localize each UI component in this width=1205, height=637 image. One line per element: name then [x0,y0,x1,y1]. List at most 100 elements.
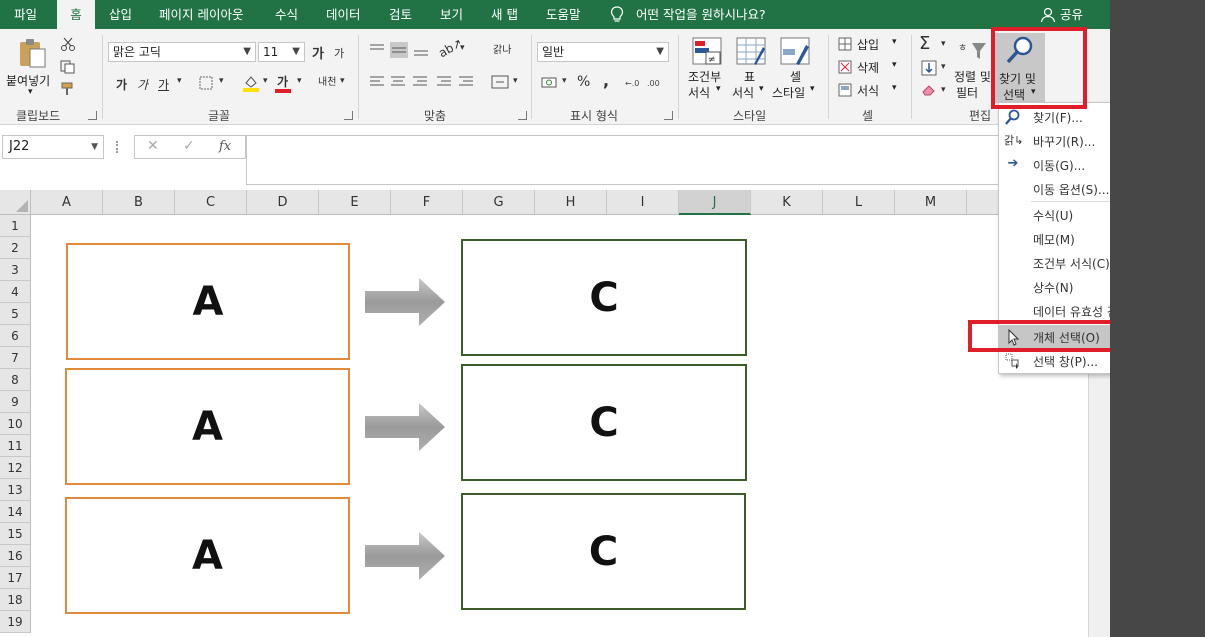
row-header[interactable]: 1 [0,215,31,237]
row-header[interactable]: 13 [0,479,31,501]
row-header[interactable]: 10 [0,413,31,435]
row-header[interactable]: 19 [0,611,31,633]
column-header[interactable]: B [103,190,175,215]
copy-icon[interactable] [60,60,76,74]
tab-new[interactable]: 새 탭 [491,0,518,29]
column-header[interactable]: C [175,190,247,215]
borders-dropdown-icon[interactable]: ▾ [219,76,224,86]
accounting-format-icon[interactable] [541,75,559,89]
row-header[interactable]: 15 [0,523,31,545]
tab-file[interactable]: 파일 [14,0,37,29]
decimal-adjust-icons[interactable]: ←.0 .00 [624,74,668,90]
splitter-handle[interactable] [116,141,119,153]
cells-area[interactable]: A A A C C C [31,215,1088,637]
row-header[interactable]: 18 [0,589,31,611]
shape-box-right-3[interactable]: C [461,493,746,610]
format-painter-icon[interactable] [60,82,76,96]
tab-page-layout[interactable]: 페이지 레이아웃 [159,0,243,29]
comma-button[interactable]: , [603,71,609,90]
column-header[interactable]: D [247,190,319,215]
cell-styles-button[interactable]: 셀 스타일 ▾ [772,35,820,103]
insert-cells-button[interactable]: 삽입 ▾ [838,35,904,55]
tab-help[interactable]: 도움말 [546,0,581,29]
number-launcher-icon[interactable] [664,111,673,120]
merge-center-icon[interactable] [491,75,509,89]
row-header[interactable]: 12 [0,457,31,479]
paste-button[interactable]: 붙여넣기 ▾ [6,35,56,103]
underline-button[interactable]: 가 [158,76,169,93]
vertical-align-icons[interactable] [369,42,431,58]
column-header[interactable]: J [679,190,751,215]
row-header[interactable]: 3 [0,259,31,281]
row-header[interactable]: 5 [0,303,31,325]
grow-font-icon[interactable]: 가 [312,43,324,62]
fill-down-icon[interactable] [921,60,937,76]
find-select-button[interactable]: 찾기 및 선택 ▾ [995,33,1045,103]
autosum-dropdown-icon[interactable]: ▾ [941,39,946,49]
row-header[interactable]: 9 [0,391,31,413]
tab-formulas[interactable]: 수식 [275,0,298,29]
menu-item-selection-pane[interactable]: 선택 창(P)... [999,349,1110,373]
select-all-corner[interactable] [0,190,31,215]
tab-view[interactable]: 보기 [440,0,463,29]
shape-box-right-1[interactable]: C [461,239,747,356]
italic-button[interactable]: 가 [137,76,148,93]
menu-item-comments[interactable]: 메모(M) [999,227,1110,251]
menu-item-goto-special[interactable]: 이동 옵션(S)... [999,177,1110,201]
column-header[interactable]: M [895,190,967,215]
clipboard-launcher-icon[interactable] [88,111,97,120]
menu-item-find[interactable]: 찾기(F)... [999,105,1110,129]
insert-function-icon[interactable]: fx [219,139,231,154]
row-header[interactable]: 16 [0,545,31,567]
share-button[interactable]: 공유 [1060,0,1083,29]
fill-dropdown-icon[interactable]: ▾ [941,62,946,72]
number-format-select[interactable]: 일반 ▼ [537,42,669,62]
shrink-font-icon[interactable]: 가 [334,45,344,61]
row-header[interactable]: 6 [0,325,31,347]
row-header[interactable]: 14 [0,501,31,523]
cut-icon[interactable] [60,37,76,51]
tab-review[interactable]: 검토 [389,0,412,29]
menu-item-data-validation[interactable]: 데이터 유효성 검사(V) [999,299,1110,323]
fill-color-icon[interactable] [242,74,260,92]
phonetic-dropdown-icon[interactable]: ▾ [340,76,345,86]
tab-data[interactable]: 데이터 [326,0,361,29]
column-header[interactable]: G [463,190,535,215]
bold-button[interactable]: 가 [116,76,127,93]
row-header[interactable]: 11 [0,435,31,457]
font-color-dropdown-icon[interactable]: ▾ [297,76,302,86]
clear-icon[interactable] [921,83,937,97]
row-header[interactable]: 4 [0,281,31,303]
column-header[interactable]: F [391,190,463,215]
percent-button[interactable]: % [577,74,590,90]
name-box[interactable]: J22 ▼ [2,135,104,159]
underline-dropdown-icon[interactable]: ▾ [177,76,182,86]
column-header[interactable]: L [823,190,895,215]
formula-input[interactable] [246,135,1106,185]
format-as-table-button[interactable]: 표 서식 ▾ [732,35,772,103]
font-color-icon[interactable]: 가 [277,73,288,90]
arrow-right-shape[interactable] [363,276,447,328]
clear-dropdown-icon[interactable]: ▾ [941,85,946,95]
font-name-select[interactable]: 맑은 고딕 ▼ [108,42,256,62]
conditional-formatting-button[interactable]: ≠ 조건부 서식 ▾ [686,35,730,103]
delete-cells-button[interactable]: 삭제 ▾ [838,58,904,78]
menu-item-formulas[interactable]: 수식(U) [999,203,1110,227]
borders-icon[interactable] [199,76,213,90]
horizontal-align-icons[interactable] [369,75,487,89]
menu-item-select-objects[interactable]: 개체 선택(O) [999,325,1110,349]
font-launcher-icon[interactable] [344,111,353,120]
orientation-dropdown-icon[interactable]: ▾ [460,43,465,53]
menu-item-goto[interactable]: ➔ 이동(G)... [999,153,1110,177]
menu-item-constants[interactable]: 상수(N) [999,275,1110,299]
merge-dropdown-icon[interactable]: ▾ [513,76,518,86]
arrow-right-shape[interactable] [363,530,447,582]
shape-box-left-3[interactable]: A [65,497,350,614]
wrap-text-icon[interactable]: 갉나 [493,41,511,56]
row-header[interactable]: 7 [0,347,31,369]
autosum-icon[interactable]: Σ [919,33,930,54]
cancel-icon[interactable]: ✕ [147,138,159,154]
column-header[interactable]: K [751,190,823,215]
font-size-select[interactable]: 11 ▼ [258,42,305,62]
column-header[interactable]: H [535,190,607,215]
